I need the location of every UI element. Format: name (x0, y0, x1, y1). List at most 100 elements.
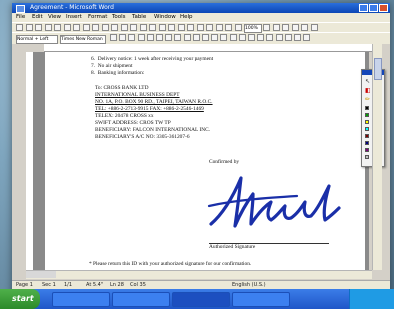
toolbar-button[interactable] (192, 34, 200, 41)
menu-format[interactable]: Format (88, 13, 107, 22)
toolbar-button[interactable] (110, 34, 117, 41)
horizontal-scrollbar[interactable] (26, 270, 372, 279)
zoom-dropdown[interactable]: 100% (244, 24, 262, 33)
toolbar-button[interactable] (294, 34, 301, 41)
style-dropdown[interactable]: Normal + Left (16, 35, 58, 44)
toolbar-button[interactable] (196, 24, 204, 31)
color-swatch[interactable] (365, 127, 369, 131)
status-language: English (U.S.) (232, 282, 266, 288)
toolbar-button[interactable] (54, 24, 61, 31)
confirmed-by-label: Confirmed by (209, 159, 240, 165)
toolbar-button[interactable] (165, 34, 173, 41)
menu-view[interactable]: View (48, 13, 61, 22)
taskbar-item-active[interactable] (172, 292, 230, 307)
horizontal-ruler[interactable] (44, 44, 372, 52)
color-swatch[interactable] (365, 106, 369, 110)
menu-edit[interactable]: Edit (32, 13, 43, 22)
minimize-button[interactable] (359, 4, 368, 12)
toolbar-button[interactable] (234, 24, 242, 31)
toolbar-button[interactable] (183, 34, 191, 41)
toolbar-button[interactable] (263, 24, 270, 31)
toolbar-button[interactable] (177, 24, 185, 31)
toolbar-button[interactable] (174, 34, 182, 41)
toolbar-button[interactable] (73, 24, 80, 31)
scroll-thumb[interactable] (374, 58, 382, 80)
color-swatch[interactable] (365, 148, 369, 152)
maximize-button[interactable] (369, 4, 378, 12)
toolbar-button[interactable] (187, 24, 194, 31)
toolbar-button[interactable] (291, 24, 299, 31)
color-swatch[interactable] (365, 155, 369, 159)
start-button[interactable]: start (0, 289, 40, 309)
toolbar-button[interactable] (284, 34, 292, 41)
toolbar-button[interactable] (238, 34, 246, 41)
toolbar-button[interactable] (220, 34, 228, 41)
pointer-icon[interactable]: ↖ (365, 78, 370, 85)
signature-label: Authorized Signature (209, 244, 256, 250)
color-swatch[interactable] (365, 134, 369, 138)
handwritten-signature (207, 176, 341, 228)
taskbar-item[interactable] (232, 292, 290, 307)
title-bar[interactable]: Agreement - Microsoft Word (12, 3, 390, 13)
toolbar-button[interactable] (139, 24, 147, 31)
color-swatch[interactable] (365, 120, 369, 124)
toolbar-button[interactable] (128, 34, 136, 41)
toolbar-button[interactable] (215, 24, 223, 31)
status-page: Page 1 (16, 282, 33, 288)
toolbar-button[interactable] (310, 24, 318, 31)
toolbar-button[interactable] (229, 34, 237, 41)
menu-table[interactable]: Table (132, 13, 146, 22)
highlighter-icon[interactable]: ✏ (365, 96, 370, 103)
toolbar-button[interactable] (119, 34, 127, 41)
menu-insert[interactable]: Insert (66, 13, 82, 22)
taskbar-item[interactable] (52, 292, 110, 307)
toolbar-button[interactable] (101, 24, 109, 31)
toolbar-button[interactable] (16, 24, 23, 31)
toolbar-button[interactable] (225, 24, 232, 31)
vertical-scrollbar[interactable] (372, 44, 382, 270)
status-pages: 1/1 (64, 282, 73, 288)
menu-file[interactable]: File (16, 13, 25, 22)
toolbar-button[interactable] (111, 24, 118, 31)
taskbar-item[interactable] (112, 292, 170, 307)
toolbar-button[interactable] (82, 24, 90, 31)
toolbar-button[interactable] (35, 24, 42, 31)
color-swatch[interactable] (365, 113, 369, 117)
menu-help[interactable]: Help (180, 13, 193, 22)
toolbar-button[interactable] (206, 24, 213, 31)
font-dropdown[interactable]: Times New Roman (60, 35, 106, 44)
toolbar-button[interactable] (168, 24, 175, 31)
toolbar-button[interactable] (44, 24, 52, 31)
menu-tools[interactable]: Tools (112, 13, 126, 22)
toolbar-button[interactable] (272, 24, 280, 31)
toolbar-button[interactable] (301, 24, 308, 31)
toolbar-button[interactable] (266, 34, 274, 41)
toolbar-button[interactable] (158, 24, 166, 31)
toolbar-button[interactable] (63, 24, 71, 31)
toolbar-button[interactable] (137, 34, 145, 41)
eraser-icon[interactable]: ◧ (365, 87, 371, 94)
toolbar-button[interactable] (156, 34, 163, 41)
toolbar-button[interactable] (120, 24, 128, 31)
toolbar-button[interactable] (202, 34, 209, 41)
toolbar-button[interactable] (146, 34, 154, 41)
menu-window[interactable]: Window (154, 13, 176, 22)
view-buttons[interactable] (26, 271, 56, 278)
toolbar-button[interactable] (25, 24, 33, 31)
color-swatch[interactable] (365, 141, 369, 145)
toolbar-button[interactable] (92, 24, 99, 31)
toolbar-button[interactable] (303, 34, 311, 41)
list-item: 7. No air shipment (91, 63, 133, 69)
word-app-icon (16, 5, 25, 13)
toolbar-button[interactable] (282, 24, 289, 31)
standard-toolbar (12, 22, 390, 32)
toolbar-button[interactable] (257, 34, 265, 41)
document-page[interactable]: 6. Delivery notice: 1 week after receivi… (45, 52, 365, 270)
close-button[interactable] (379, 4, 388, 12)
start-label: start (12, 294, 34, 303)
toolbar-button[interactable] (149, 24, 156, 31)
toolbar-button[interactable] (130, 24, 137, 31)
toolbar-button[interactable] (275, 34, 283, 41)
toolbar-button[interactable] (248, 34, 255, 41)
toolbar-button[interactable] (211, 34, 219, 41)
